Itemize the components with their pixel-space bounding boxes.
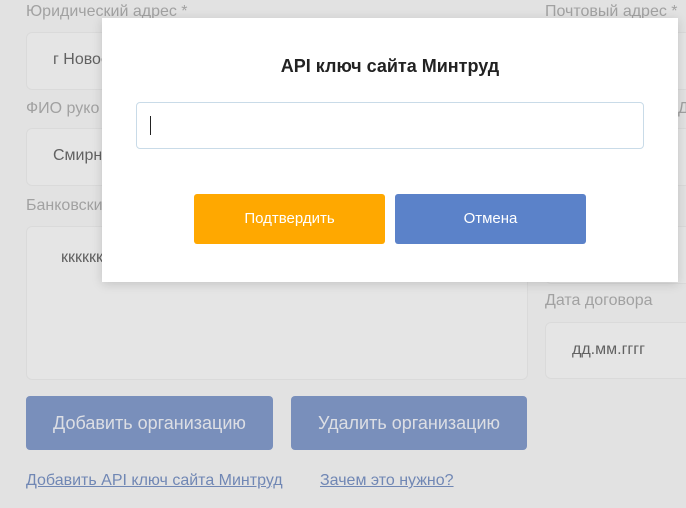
api-key-input[interactable] [136,102,644,149]
api-key-modal: API ключ сайта Минтруд Подтвердить Отмен… [102,18,678,282]
modal-title: API ключ сайта Минтруд [280,56,500,76]
cancel-button[interactable]: Отмена [395,194,586,244]
text-caret [150,116,151,135]
confirm-button[interactable]: Подтвердить [194,194,385,244]
